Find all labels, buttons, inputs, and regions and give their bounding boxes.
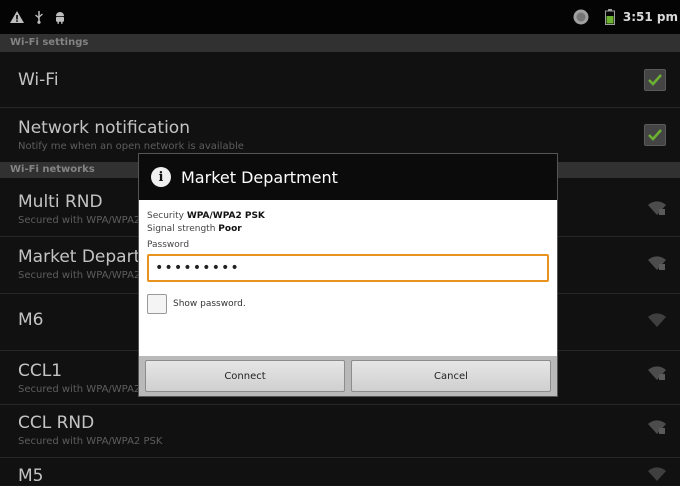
show-password-label: Show password. xyxy=(173,299,246,309)
signal-strength-value: Poor xyxy=(218,224,242,234)
signal-info: Signal strength Poor xyxy=(147,223,549,236)
dialog-title-bar: i Market Department xyxy=(139,154,557,200)
dialog-button-bar: Connect Cancel xyxy=(139,356,557,396)
connect-button[interactable]: Connect xyxy=(145,360,345,392)
security-label: Security xyxy=(147,211,184,221)
password-input[interactable] xyxy=(147,254,549,282)
signal-strength-label: Signal strength xyxy=(147,224,216,234)
security-value: WPA/WPA2 PSK xyxy=(186,211,265,221)
cancel-button[interactable]: Cancel xyxy=(351,360,551,392)
dialog-title: Market Department xyxy=(181,167,338,187)
show-password-checkbox[interactable] xyxy=(147,294,167,314)
info-icon: i xyxy=(151,167,171,187)
password-label: Password xyxy=(147,240,190,250)
show-password-row[interactable]: Show password. xyxy=(147,294,549,314)
dialog-body: Security WPA/WPA2 PSK Signal strength Po… xyxy=(139,200,557,356)
security-info: Security WPA/WPA2 PSK xyxy=(147,210,549,223)
wifi-connect-dialog: i Market Department Security WPA/WPA2 PS… xyxy=(138,153,558,397)
